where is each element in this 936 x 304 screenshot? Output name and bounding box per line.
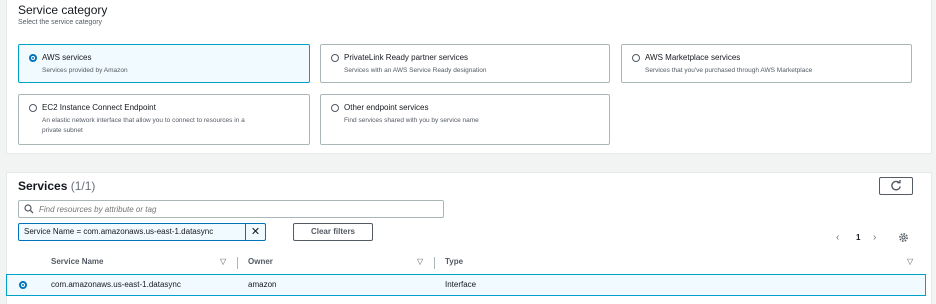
search-input[interactable] (39, 203, 439, 216)
tile-label: Other endpoint services (344, 103, 429, 112)
services-title-text: Services (18, 179, 68, 193)
radio-other-endpoint-services[interactable] (331, 104, 339, 112)
current-page[interactable]: 1 (856, 233, 860, 242)
filter-token: Service Name = com.amazonaws.us-east-1.d… (18, 223, 266, 241)
filter-token-text: Service Name = com.amazonaws.us-east-1.d… (24, 227, 214, 236)
service-category-title: Service category (18, 3, 108, 17)
tile-label: EC2 Instance Connect Endpoint (42, 103, 156, 112)
refresh-button[interactable] (879, 177, 913, 195)
clear-filters-button[interactable]: Clear filters (293, 223, 373, 241)
tile-other-endpoint-services[interactable]: Other endpoint services Find services sh… (320, 94, 610, 145)
tile-description-line: An elastic network interface that allow … (42, 117, 245, 124)
tile-privatelink-ready-partner-services[interactable]: PrivateLink Ready partner services Servi… (320, 44, 610, 83)
tile-description: Services that you've purchased through A… (645, 67, 813, 74)
remove-filter-button[interactable]: ✕ (245, 224, 265, 240)
service-category-subtitle: Select the service category (18, 19, 103, 26)
next-page-button[interactable]: › (873, 232, 876, 243)
tile-label: PrivateLink Ready partner services (344, 53, 469, 62)
sort-down-icon[interactable]: ▽ (907, 257, 913, 266)
refresh-icon (891, 180, 901, 191)
sort-down-icon[interactable]: ▽ (417, 257, 423, 266)
tile-label: AWS services (42, 53, 92, 62)
tile-aws-services[interactable]: AWS services Services provided by Amazon (18, 44, 310, 83)
tile-label: AWS Marketplace services (645, 53, 741, 62)
cell-owner: amazon (248, 280, 277, 289)
tile-aws-marketplace-services[interactable]: AWS Marketplace services Services that y… (621, 44, 912, 83)
tile-ec2-instance-connect-endpoint[interactable]: EC2 Instance Connect Endpoint An elastic… (18, 94, 310, 145)
tile-description: Services with an AWS Service Ready desig… (344, 67, 487, 74)
tile-description: Services provided by Amazon (42, 67, 128, 74)
cell-service-name: com.amazonaws.us-east-1.datasync (51, 280, 181, 289)
tile-description: An elastic network interface that allow … (42, 116, 245, 136)
services-count: (1/1) (70, 179, 96, 193)
radio-privatelink-ready[interactable] (331, 54, 339, 62)
sort-down-icon[interactable]: ▽ (220, 257, 226, 266)
close-icon: ✕ (250, 226, 261, 238)
column-divider (434, 257, 435, 269)
radio-aws-services[interactable] (29, 54, 37, 62)
gear-icon[interactable] (898, 232, 909, 243)
radio-aws-marketplace[interactable] (632, 54, 640, 62)
column-divider (237, 257, 238, 269)
search-field[interactable] (18, 200, 444, 218)
column-header-service-name[interactable]: Service Name (51, 257, 103, 266)
cell-type: Interface (445, 280, 477, 289)
row-select-radio[interactable] (19, 281, 27, 289)
search-icon (24, 204, 34, 214)
tile-description-line: private subnet (42, 127, 83, 134)
column-header-owner[interactable]: Owner (248, 257, 273, 266)
column-header-type[interactable]: Type (445, 257, 463, 266)
tile-description: Find services shared with you by service… (344, 117, 479, 124)
previous-page-button[interactable]: ‹ (836, 232, 839, 243)
radio-ec2-instance-connect[interactable] (29, 104, 37, 112)
services-title: Services (1/1) (18, 179, 95, 193)
